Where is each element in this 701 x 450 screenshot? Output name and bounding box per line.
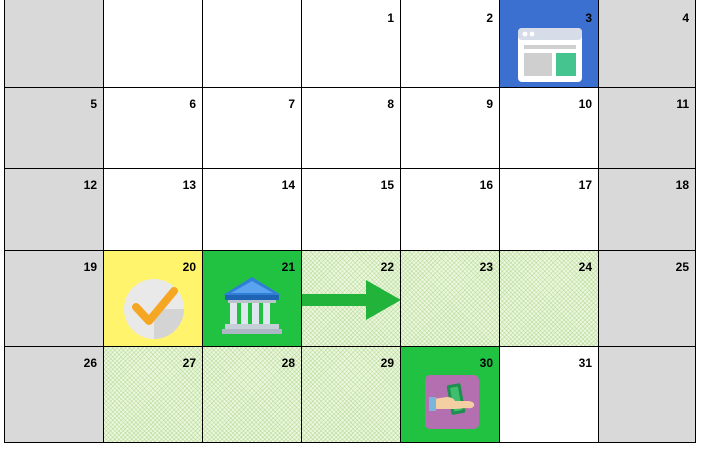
day-number: 31	[578, 356, 592, 370]
day-number: 19	[83, 260, 97, 274]
cash-hand-icon	[425, 375, 479, 429]
day-number: 25	[675, 260, 689, 274]
calendar-cell-range[interactable]: 22	[301, 250, 401, 346]
checkmark-icon	[124, 279, 184, 339]
day-number: 24	[578, 260, 592, 274]
day-number: 15	[380, 178, 394, 192]
calendar-cell[interactable]: 9	[400, 87, 499, 168]
calendar-cell[interactable]: 31	[499, 346, 598, 442]
day-number: 22	[380, 260, 394, 274]
calendar-cell[interactable]: 2	[400, 0, 499, 87]
calendar-cell[interactable]	[103, 0, 202, 87]
calendar-cell[interactable]: 17	[499, 168, 598, 250]
browser-window-icon	[518, 28, 582, 82]
calendar-cell-highlight-yellow[interactable]: 20	[103, 250, 202, 346]
day-number: 9	[486, 97, 493, 111]
calendar-cell[interactable]: 25	[598, 250, 695, 346]
right-arrow-icon	[302, 280, 401, 320]
calendar-cell-highlight-green[interactable]: 30	[400, 346, 499, 442]
calendar-cell[interactable]	[4, 0, 103, 87]
day-number: 29	[380, 356, 394, 370]
day-number: 23	[479, 260, 493, 274]
calendar-cell[interactable]: 5	[4, 87, 103, 168]
day-number: 8	[387, 97, 394, 111]
calendar-cell[interactable]: 15	[301, 168, 400, 250]
calendar-cell[interactable]: 26	[4, 346, 103, 442]
day-number: 12	[83, 178, 97, 192]
day-number: 18	[675, 178, 689, 192]
calendar-cell[interactable]: 16	[400, 168, 499, 250]
calendar-cell[interactable]	[598, 346, 695, 442]
calendar-cell[interactable]: 13	[103, 168, 202, 250]
day-number: 10	[578, 97, 592, 111]
calendar-cell-range[interactable]: 24	[499, 250, 598, 346]
calendar-cell[interactable]: 10	[499, 87, 598, 168]
day-number: 13	[182, 178, 196, 192]
calendar-cell[interactable]: 14	[202, 168, 301, 250]
calendar-cell-range[interactable]: 23	[400, 250, 499, 346]
day-number: 3	[585, 11, 592, 25]
day-number: 5	[90, 97, 97, 111]
calendar-cell[interactable]: 8	[301, 87, 400, 168]
day-number: 20	[182, 260, 196, 274]
day-number: 6	[189, 97, 196, 111]
bank-icon	[222, 277, 282, 334]
day-number: 30	[479, 356, 493, 370]
calendar-cell[interactable]: 1	[301, 0, 400, 87]
day-number: 27	[182, 356, 196, 370]
day-number: 28	[281, 356, 295, 370]
day-number: 16	[479, 178, 493, 192]
grid-border-bottom	[4, 442, 696, 443]
day-number: 11	[676, 97, 689, 111]
calendar-cell[interactable]: 18	[598, 168, 695, 250]
calendar-cell[interactable]: 11	[598, 87, 695, 168]
day-number: 17	[578, 178, 592, 192]
calendar-cell[interactable]: 4	[598, 0, 695, 87]
calendar-cell-highlight-blue[interactable]: 3	[499, 0, 598, 87]
calendar-cell[interactable]: 7	[202, 87, 301, 168]
calendar-cell[interactable]: 12	[4, 168, 103, 250]
calendar-cell[interactable]	[202, 0, 301, 87]
calendar-cell-highlight-green[interactable]: 21	[202, 250, 301, 346]
calendar-grid: 1 2 3 4 5 6 7 8 9 10 11 12 13 14 15 16 1…	[4, 0, 696, 443]
grid-border-right	[695, 0, 696, 443]
calendar-cell[interactable]: 6	[103, 87, 202, 168]
calendar-cell-range[interactable]: 29	[301, 346, 400, 442]
day-number: 1	[387, 11, 394, 25]
day-number: 7	[288, 97, 295, 111]
day-number: 14	[281, 178, 295, 192]
day-number: 26	[83, 356, 97, 370]
calendar-cell-range[interactable]: 27	[103, 346, 202, 442]
calendar-cell[interactable]: 19	[4, 250, 103, 346]
calendar-cell-range[interactable]: 28	[202, 346, 301, 442]
day-number: 21	[281, 260, 295, 274]
day-number: 2	[486, 11, 493, 25]
day-number: 4	[682, 11, 689, 25]
